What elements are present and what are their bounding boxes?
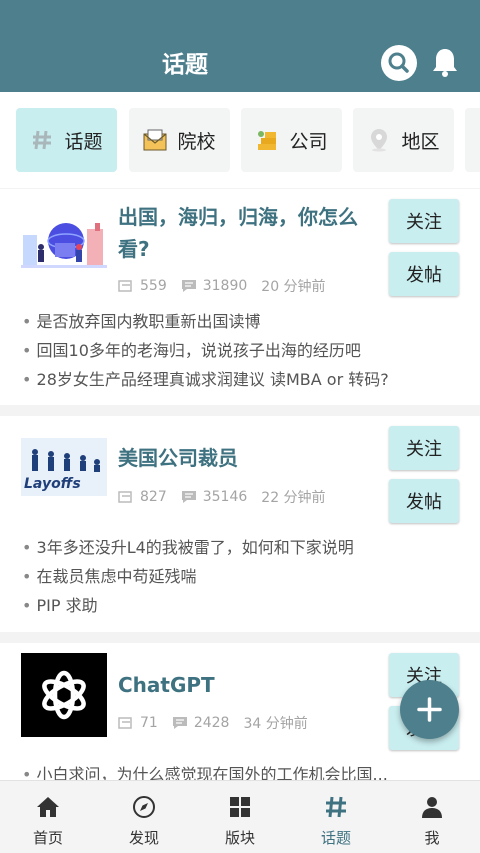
topic-time: 34 分钟前 bbox=[243, 716, 308, 732]
nav-label: 我 bbox=[424, 829, 440, 847]
location-pin-icon bbox=[367, 128, 391, 152]
followers-icon bbox=[118, 717, 132, 729]
tab-topics[interactable]: 话题 bbox=[16, 108, 117, 172]
post-button[interactable]: 发帖 bbox=[389, 252, 459, 296]
comment-icon bbox=[181, 491, 196, 503]
topic-title[interactable]: ChatGPT bbox=[118, 669, 368, 701]
thread-list: 是否放弃国内教职重新出国读博 回国10多年的老海归，说说孩子出海的经历吧 28岁… bbox=[22, 307, 462, 394]
category-tabs: 话题 院校 公司 地区 bbox=[0, 92, 480, 188]
tab-label: 话题 bbox=[64, 130, 103, 153]
app-bar: 话题 bbox=[0, 0, 480, 92]
tab-regions[interactable]: 地区 bbox=[353, 108, 454, 172]
topic-stats: 559 31890 20 分钟前 bbox=[118, 276, 326, 296]
money-stack-icon bbox=[255, 128, 279, 152]
followers-icon bbox=[118, 280, 132, 292]
post-button[interactable]: 发帖 bbox=[389, 479, 459, 523]
topic-title[interactable]: 出国，海归，归海，你怎么看? bbox=[118, 201, 368, 265]
followers-count: 827 bbox=[140, 489, 167, 505]
followers-icon bbox=[118, 491, 132, 503]
posts-count: 35146 bbox=[202, 489, 248, 505]
thread-item[interactable]: 小白求问，为什么感觉现在国外的工作机会比国... bbox=[22, 760, 462, 780]
comment-icon bbox=[181, 280, 196, 292]
follow-button[interactable]: 关注 bbox=[389, 199, 459, 243]
nav-discover[interactable]: 发现 bbox=[96, 781, 192, 853]
school-envelope-icon bbox=[143, 128, 167, 152]
follow-button[interactable]: 关注 bbox=[389, 426, 459, 470]
bell-icon[interactable] bbox=[430, 46, 460, 78]
nav-label: 版块 bbox=[224, 829, 255, 847]
thread-list: 3年多还没升L4的我被雷了，如何和下家说明 在裁员焦虑中苟延残喘 PIP 求助 bbox=[22, 533, 462, 620]
page-title: 话题 bbox=[162, 52, 208, 78]
followers-count: 71 bbox=[140, 715, 158, 731]
topic-time: 20 分钟前 bbox=[261, 279, 326, 295]
tab-label: 公司 bbox=[289, 130, 328, 153]
thread-item[interactable]: 3年多还没升L4的我被雷了，如何和下家说明 bbox=[22, 533, 462, 562]
plus-icon bbox=[417, 697, 442, 722]
add-fab-button[interactable] bbox=[400, 680, 459, 739]
tab-companies[interactable]: 公司 bbox=[241, 108, 342, 172]
home-icon bbox=[37, 797, 59, 817]
posts-count: 31890 bbox=[202, 278, 248, 294]
topic-stats: 827 35146 22 分钟前 bbox=[118, 487, 326, 507]
topic-title[interactable]: 美国公司裁员 bbox=[118, 442, 368, 474]
nav-label: 首页 bbox=[32, 829, 63, 847]
nav-me[interactable]: 我 bbox=[384, 781, 480, 853]
topic-time: 22 分钟前 bbox=[261, 490, 326, 506]
topic-card[interactable]: Layoffs 美国公司裁员 827 35146 22 分钟前 关注 发帖 3年… bbox=[0, 416, 480, 632]
thread-item[interactable]: 回国10多年的老海归，说说孩子出海的经历吧 bbox=[22, 336, 462, 365]
nav-topics[interactable]: 话题 bbox=[288, 781, 384, 853]
nav-boards[interactable]: 版块 bbox=[192, 781, 288, 853]
thumbnail-text: Layoffs bbox=[24, 476, 81, 492]
topic-thumbnail bbox=[21, 213, 107, 271]
grid-icon bbox=[230, 797, 250, 817]
tab-label: 地区 bbox=[401, 130, 440, 153]
tab-more[interactable] bbox=[465, 108, 480, 172]
compass-icon bbox=[133, 796, 155, 818]
nav-home[interactable]: 首页 bbox=[0, 781, 96, 853]
topic-card[interactable]: 出国，海归，归海，你怎么看? 559 31890 20 分钟前 关注 发帖 是否… bbox=[0, 189, 480, 405]
followers-count: 559 bbox=[140, 278, 167, 294]
thread-list: 小白求问，为什么感觉现在国外的工作机会比国... bbox=[22, 760, 462, 780]
hash-icon bbox=[326, 796, 346, 818]
topic-thumbnail: Layoffs bbox=[21, 438, 107, 496]
tab-schools[interactable]: 院校 bbox=[129, 108, 230, 172]
search-icon[interactable] bbox=[381, 45, 417, 81]
nav-label: 话题 bbox=[320, 829, 351, 847]
posts-count: 2428 bbox=[193, 715, 230, 731]
comment-icon bbox=[172, 717, 187, 729]
tab-label: 院校 bbox=[177, 130, 216, 153]
nav-label: 发现 bbox=[128, 829, 159, 847]
topic-thumbnail bbox=[21, 653, 107, 737]
thread-item[interactable]: 是否放弃国内教职重新出国读博 bbox=[22, 307, 462, 336]
hash-icon bbox=[30, 128, 54, 152]
thread-item[interactable]: 在裁员焦虑中苟延残喘 bbox=[22, 562, 462, 591]
thread-item[interactable]: 28岁女生产品经理真诚求润建议 读MBA or 转码? bbox=[22, 365, 462, 394]
thread-item[interactable]: PIP 求助 bbox=[22, 591, 462, 620]
topic-stats: 71 2428 34 分钟前 bbox=[118, 713, 308, 733]
person-icon bbox=[422, 797, 442, 818]
bottom-navigation: 首页 发现 版块 话题 我 bbox=[0, 780, 480, 853]
